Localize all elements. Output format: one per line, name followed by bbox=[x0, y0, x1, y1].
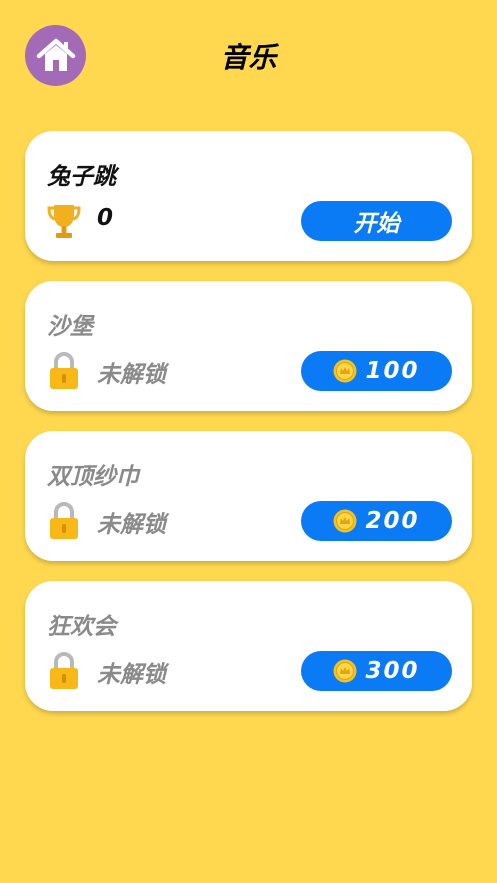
start-button[interactable]: 开始 bbox=[301, 201, 452, 241]
price-label: 100 bbox=[365, 358, 420, 384]
song-card-double-scarf: 双顶纱巾 未解锁 200 bbox=[25, 431, 472, 561]
lock-icon bbox=[50, 502, 78, 539]
lock-icon bbox=[50, 652, 78, 689]
lock-icon bbox=[50, 352, 78, 389]
locked-label: 未解锁 bbox=[97, 362, 166, 388]
coin-icon bbox=[333, 509, 357, 533]
score-value: 0 bbox=[97, 205, 114, 231]
price-label: 300 bbox=[365, 658, 420, 684]
song-card-sandcastle: 沙堡 未解锁 100 bbox=[25, 281, 472, 411]
coin-icon bbox=[333, 659, 357, 683]
unlock-button[interactable]: 100 bbox=[301, 351, 452, 391]
locked-label: 未解锁 bbox=[97, 662, 166, 688]
unlock-button[interactable]: 300 bbox=[301, 651, 452, 691]
trophy-icon bbox=[47, 205, 81, 238]
page-title: 音乐 bbox=[220, 41, 277, 74]
start-button-label: 开始 bbox=[353, 211, 400, 237]
song-title: 兔子跳 bbox=[47, 164, 116, 190]
coin-icon bbox=[333, 359, 357, 383]
header: 音乐 bbox=[0, 0, 497, 110]
song-title: 沙堡 bbox=[47, 314, 93, 340]
song-card-carnival: 狂欢会 未解锁 300 bbox=[25, 581, 472, 711]
song-card-rabbit-jump: 兔子跳 0 开始 bbox=[25, 131, 472, 261]
song-title: 双顶纱巾 bbox=[47, 464, 139, 490]
locked-label: 未解锁 bbox=[97, 512, 166, 538]
song-title: 狂欢会 bbox=[47, 614, 116, 640]
unlock-button[interactable]: 200 bbox=[301, 501, 452, 541]
price-label: 200 bbox=[365, 508, 420, 534]
